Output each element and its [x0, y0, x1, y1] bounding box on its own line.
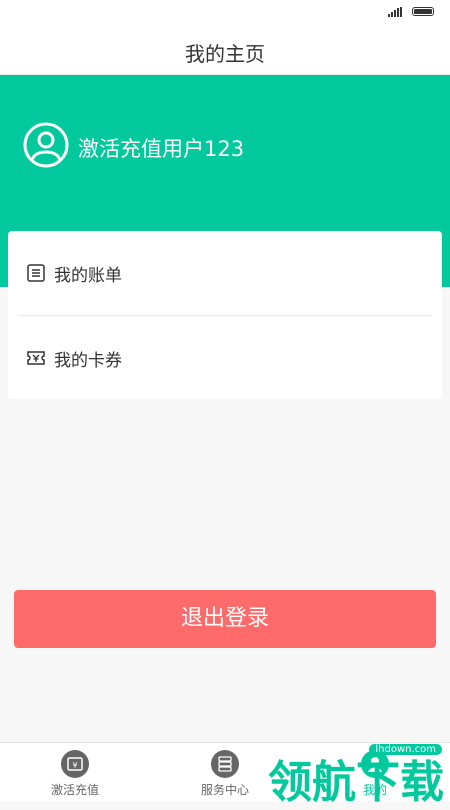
svg-text:¥: ¥ [72, 761, 77, 770]
menu-item-coupons[interactable]: 我的卡券 [8, 316, 442, 400]
bill-icon [27, 264, 45, 282]
status-bar [0, 0, 450, 26]
page-title: 我的主页 [185, 42, 265, 66]
service-icon [211, 750, 239, 778]
tab-recharge[interactable]: ¥ 激活充值 [0, 743, 150, 801]
user-avatar-icon[interactable] [22, 121, 70, 169]
menu-item-label: 我的卡券 [54, 351, 122, 371]
menu-card: 我的账单 我的卡券 [8, 231, 442, 399]
menu-item-bills[interactable]: 我的账单 [8, 231, 442, 315]
recharge-icon: ¥ [61, 750, 89, 778]
watermark-logo: 领航下载 lhdown.com [260, 740, 450, 808]
logout-button[interactable]: 退出登录 [14, 590, 436, 648]
watermark-site: lhdown.com [369, 744, 442, 755]
signal-icon [388, 7, 402, 17]
coupon-icon [27, 351, 45, 365]
page-header: 我的主页 [0, 26, 450, 75]
battery-icon [412, 7, 434, 16]
watermark-text: 领航下载 [268, 757, 444, 808]
username: 激活充值用户123 [78, 137, 245, 161]
tab-label: 激活充值 [50, 783, 99, 797]
menu-item-label: 我的账单 [54, 266, 122, 286]
